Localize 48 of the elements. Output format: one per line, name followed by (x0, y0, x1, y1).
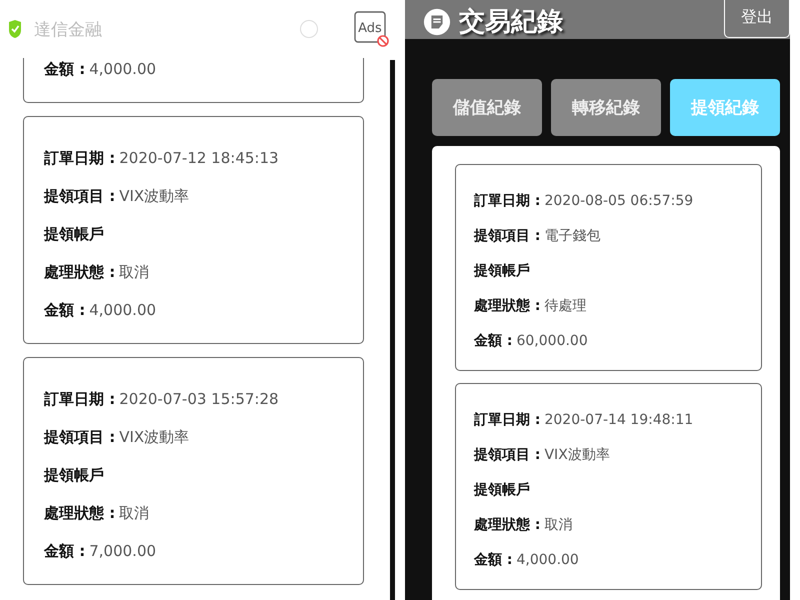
field-value: 取消 (544, 516, 572, 534)
field-label: 金額 : (474, 332, 512, 350)
field-label: 處理狀態 : (44, 504, 116, 522)
record-tab[interactable]: 轉移紀錄 (551, 79, 661, 136)
page-title: 交易紀錄 (459, 6, 563, 39)
field-value: 取消 (119, 504, 150, 522)
field-value: 4,000.00 (89, 60, 156, 78)
field-label: 訂單日期 : (44, 390, 116, 408)
field-label: 處理狀態 : (474, 296, 540, 314)
field-label: 金額 : (44, 60, 86, 78)
field-label: 訂單日期 : (44, 148, 116, 168)
field-value: VIX波動率 (119, 428, 190, 446)
record-tab[interactable]: 提領紀錄 (670, 79, 780, 136)
field-label: 提領項目 : (474, 446, 540, 464)
field-value: 電子錢包 (544, 226, 600, 244)
field-label: 提領項目 : (44, 186, 116, 206)
field-label: 金額 : (44, 542, 86, 560)
field-value: 2020-07-14 19:48:11 (544, 412, 694, 428)
field-value: 4,000.00 (89, 301, 156, 319)
field-label: 提領帳戶 (474, 262, 530, 280)
logout-button[interactable]: 登出 (724, 0, 790, 38)
field-value: 7,000.00 (89, 542, 156, 560)
field-value: VIX波動率 (544, 446, 610, 464)
loading-icon (300, 20, 318, 38)
field-label: 金額 : (474, 550, 512, 568)
field-value: 60,000.00 (516, 332, 588, 348)
field-value: 2020-07-03 15:57:28 (119, 390, 279, 408)
field-label: 訂單日期 : (474, 410, 540, 428)
record-tab[interactable]: 儲值紀錄 (432, 79, 542, 136)
field-value: 2020-08-05 06:57:59 (544, 192, 694, 208)
field-label: 提領項目 : (474, 226, 540, 244)
field-value: VIX波動率 (119, 186, 190, 206)
field-value: 待處理 (544, 296, 586, 314)
field-value: 2020-07-12 18:45:13 (119, 149, 279, 167)
shield-check-icon (8, 19, 22, 39)
field-label: 提領項目 : (44, 428, 116, 446)
field-label: 處理狀態 : (474, 516, 540, 534)
field-label: 訂單日期 : (474, 192, 540, 210)
field-label: 提領帳戶 (474, 480, 530, 498)
field-label: 金額 : (44, 300, 86, 320)
app-title: 達信金融 (34, 18, 103, 40)
ads-label: Ads (358, 21, 382, 36)
document-icon (423, 8, 451, 36)
field-label: 提領帳戶 (44, 224, 104, 244)
field-value: 4,000.00 (516, 552, 579, 568)
field-label: 處理狀態 : (44, 262, 116, 282)
field-label: 提領帳戶 (44, 466, 104, 484)
field-value: 取消 (119, 262, 150, 282)
